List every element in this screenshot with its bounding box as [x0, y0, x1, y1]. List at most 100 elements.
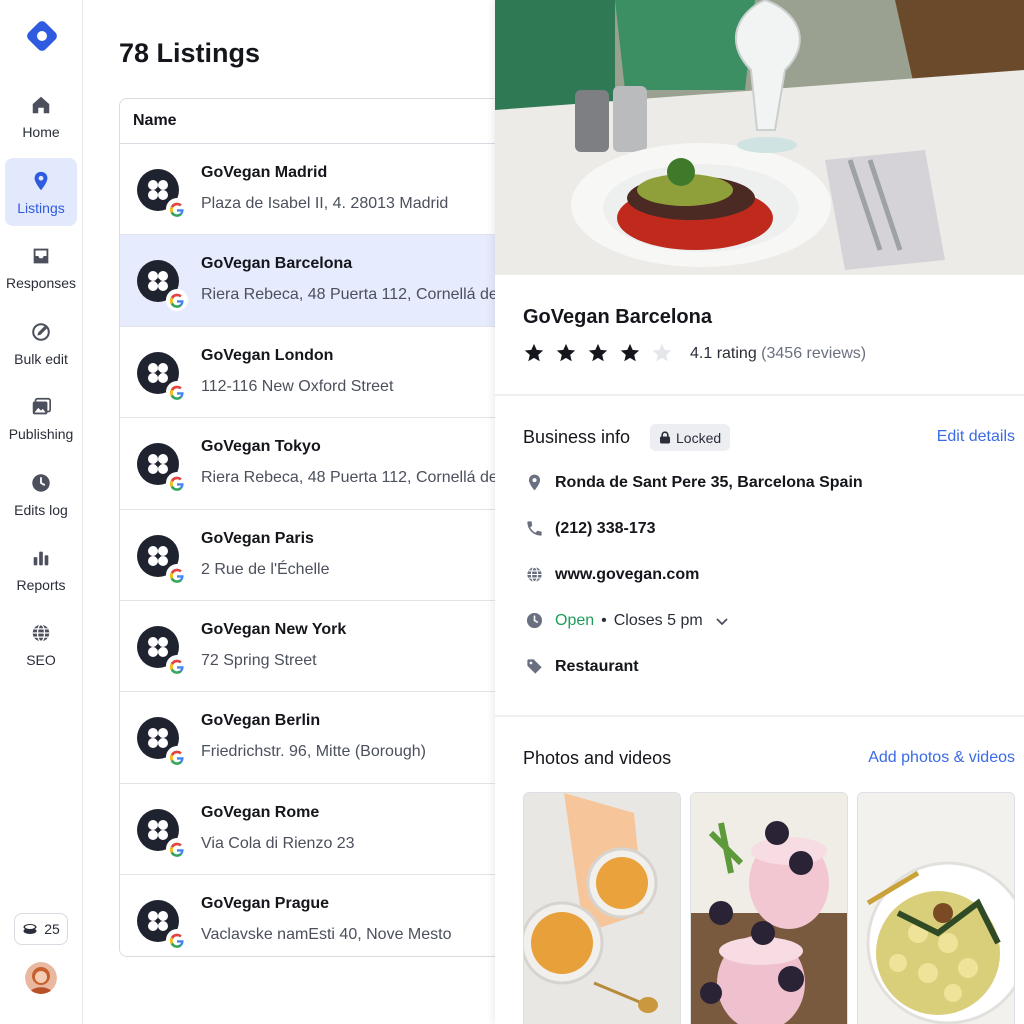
listing-name: GoVegan Barcelona: [201, 255, 353, 273]
listing-address: Riera Rebeca, 48 Puerta 112, Cornellá de: [201, 286, 498, 304]
location-pin-icon: [528, 474, 541, 491]
table-row[interactable]: GoVegan Rome Via Cola di Rienzo 23: [120, 783, 508, 876]
rating-value: 4.1 rating: [690, 345, 757, 362]
google-listing-icon: [137, 625, 188, 677]
listing-name: GoVegan Paris: [201, 529, 314, 547]
sidebar-item-reports[interactable]: Reports: [5, 535, 77, 603]
locked-badge: Locked: [650, 424, 731, 451]
home-icon: [32, 96, 50, 114]
edit-circle-icon: [32, 323, 50, 341]
table-row[interactable]: GoVegan Prague Vaclavske namEsti 40, Nov…: [120, 875, 508, 956]
photo-thumbnail[interactable]: [523, 792, 681, 1024]
listing-detail-panel: GoVegan Barcelona 4.1 rating (3456 revie…: [495, 0, 1024, 1024]
listing-address: Friedrichstr. 96, Mitte (Borough): [201, 743, 426, 761]
listing-name: GoVegan Rome: [201, 803, 320, 821]
page-title: 78 Listings: [119, 38, 261, 68]
clock-icon: [32, 474, 50, 492]
sidebar-item-label: SEO: [26, 652, 56, 668]
table-row[interactable]: GoVegan New York 72 Spring Street: [120, 600, 508, 693]
google-listing-icon: [137, 351, 188, 403]
business-name: GoVegan Barcelona: [523, 306, 712, 328]
photo-thumbnail[interactable]: [857, 792, 1015, 1024]
globe-icon: [32, 624, 50, 642]
listing-name: GoVegan Berlin: [201, 712, 321, 730]
rating-summary: 4.1 rating (3456 reviews): [690, 345, 866, 363]
column-header-name[interactable]: Name: [120, 99, 508, 144]
sidebar-item-listings[interactable]: Listings: [5, 158, 77, 226]
table-row[interactable]: GoVegan Barcelona Riera Rebeca, 48 Puert…: [120, 235, 508, 327]
photos-section-title: Photos and videos: [523, 748, 672, 768]
listing-address: Riera Rebeca, 48 Puerta 112, Cornellá de: [201, 469, 498, 487]
sidebar-item-bulk-edit[interactable]: Bulk edit: [5, 309, 77, 377]
listing-name: GoVegan Tokyo: [201, 438, 321, 456]
listing-address: 2 Rue de l'Échelle: [201, 560, 330, 578]
category-row[interactable]: Restaurant: [525, 657, 639, 676]
cover-photo[interactable]: [495, 0, 1024, 275]
listings-table: Name GoVegan Madrid Plaza de Isabel II, …: [119, 98, 509, 957]
star-rating: [523, 342, 673, 364]
photo-thumbnail[interactable]: [690, 792, 848, 1024]
sidebar-item-label: Reports: [16, 577, 66, 593]
website-value: www.govegan.com: [555, 565, 700, 583]
listing-name: GoVegan New York: [201, 620, 347, 638]
google-listing-icon: [137, 169, 188, 220]
coins-icon: [23, 924, 37, 934]
open-status: Open: [555, 611, 595, 629]
sidebar-item-label: Home: [22, 124, 60, 140]
listing-name: GoVegan Prague: [201, 895, 330, 913]
star-filled-icon: [556, 343, 576, 362]
phone-row[interactable]: (212) 338-173: [525, 519, 656, 538]
sidebar-item-home[interactable]: Home: [5, 82, 77, 150]
credits-badge[interactable]: 25: [14, 913, 68, 945]
business-info-title: Business info: [523, 427, 631, 447]
google-listing-icon: [137, 260, 188, 312]
sidebar-item-publishing[interactable]: Publishing: [5, 384, 77, 452]
sidebar-item-label: Responses: [5, 275, 77, 291]
table-row[interactable]: GoVegan Paris 2 Rue de l'Échelle: [120, 509, 508, 601]
lock-icon: [660, 431, 670, 444]
separator-dot: •: [601, 611, 607, 629]
divider: [495, 715, 1024, 717]
add-photos-link[interactable]: Add photos & videos: [868, 749, 1015, 767]
table-row[interactable]: GoVegan Madrid Plaza de Isabel II, 4. 28…: [120, 144, 508, 236]
listing-address: 72 Spring Street: [201, 651, 317, 669]
table-row[interactable]: GoVegan Tokyo Riera Rebeca, 48 Puerta 11…: [120, 418, 508, 510]
app-logo-icon[interactable]: [24, 18, 60, 54]
address-row[interactable]: Ronda de Sant Pere 35, Barcelona Spain: [525, 473, 863, 492]
user-avatar[interactable]: [25, 962, 57, 994]
google-listing-icon: [137, 808, 188, 860]
tag-icon: [527, 659, 542, 674]
sidebar-item-responses[interactable]: Responses: [5, 233, 77, 301]
phone-icon: [527, 521, 542, 536]
edit-details-link[interactable]: Edit details: [937, 428, 1015, 446]
sidebar-item-label: Bulk edit: [14, 351, 68, 367]
listing-address: Via Cola di Rienzo 23: [201, 834, 355, 852]
inbox-icon: [33, 248, 49, 264]
address-value: Ronda de Sant Pere 35, Barcelona Spain: [555, 473, 863, 491]
listing-address: Vaclavske namEsti 40, Nove Mesto: [201, 926, 452, 944]
website-row[interactable]: www.govegan.com: [525, 565, 699, 584]
hours-row[interactable]: Open • Closes 5 pm: [525, 611, 730, 630]
clock-icon: [526, 612, 543, 629]
listing-address: 112-116 New Oxford Street: [201, 377, 394, 395]
table-row[interactable]: GoVegan London 112-116 New Oxford Street: [120, 326, 508, 419]
locked-label: Locked: [676, 429, 722, 446]
sidebar-item-label: Listings: [17, 200, 65, 216]
location-pin-icon: [34, 171, 48, 191]
google-listing-icon: [137, 443, 188, 495]
category-value: Restaurant: [555, 657, 639, 675]
table-row[interactable]: GoVegan Berlin Friedrichstr. 96, Mitte (…: [120, 692, 508, 784]
star-filled-icon: [620, 343, 640, 362]
globe-icon: [527, 566, 542, 583]
star-filled-icon: [524, 343, 544, 362]
sidebar-item-edits-log[interactable]: Edits log: [5, 460, 77, 528]
sidebar-item-seo[interactable]: SEO: [5, 610, 77, 678]
chevron-down-icon[interactable]: [714, 613, 730, 629]
google-listing-icon: [137, 900, 188, 952]
google-listing-icon: [137, 534, 188, 586]
listing-name: GoVegan Madrid: [201, 164, 328, 181]
images-icon: [32, 397, 51, 415]
review-count[interactable]: (3456 reviews): [761, 345, 866, 362]
sidebar-item-label: Edits log: [14, 502, 68, 518]
sidebar: Home Listings Responses Bulk edit Publis…: [0, 0, 83, 1024]
